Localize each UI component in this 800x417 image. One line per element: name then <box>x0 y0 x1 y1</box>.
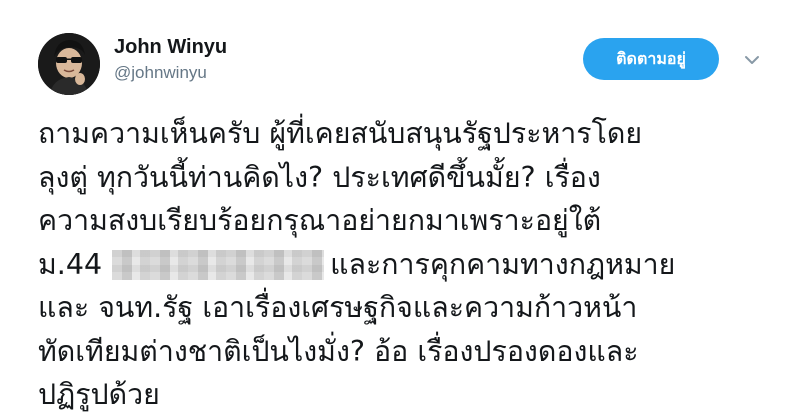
tweet-text-fragment: และการคุกคามทางกฎหมาย <box>330 247 676 281</box>
tweet-line: ถามความเห็นครับ ผู้ที่เคยสนับสนุนรัฐประห… <box>38 117 643 150</box>
redacted-block <box>112 249 325 280</box>
tweet-line: ลุงตู่ ทุกวันนี้ท่านคิดไง? ประเทศดีขึ้นม… <box>38 160 601 194</box>
tweet-line: ความสงบเรียบร้อยกรุณาอย่ายกมาเพราะอยู่ใต… <box>38 204 602 237</box>
tweet-text-fragment: ม.44 <box>38 247 103 281</box>
avatar-photo <box>38 33 100 95</box>
chevron-down-icon[interactable] <box>742 50 762 70</box>
tweet-line-redacted: ม.44 และการคุกคามทางกฎหมาย <box>38 243 778 287</box>
tweet-text: ถามความเห็นครับ ผู้ที่เคยสนับสนุนรัฐประห… <box>38 112 778 417</box>
tweet-line: และ จนท.รัฐ เอาเรื่องเศรษฐกิจและความก้าว… <box>38 291 638 324</box>
avatar[interactable] <box>38 33 100 95</box>
user-name[interactable]: John Winyu <box>114 36 227 59</box>
tweet-line: ปฏิรูปด้วย <box>38 378 160 411</box>
user-handle[interactable]: @johnwinyu <box>114 63 207 83</box>
following-button[interactable]: ติดตามอยู่ <box>583 38 719 80</box>
tweet-line: ทัดเทียมต่างชาติเป็นไงมั่ง? อ้อ เรื่องปร… <box>38 334 639 368</box>
